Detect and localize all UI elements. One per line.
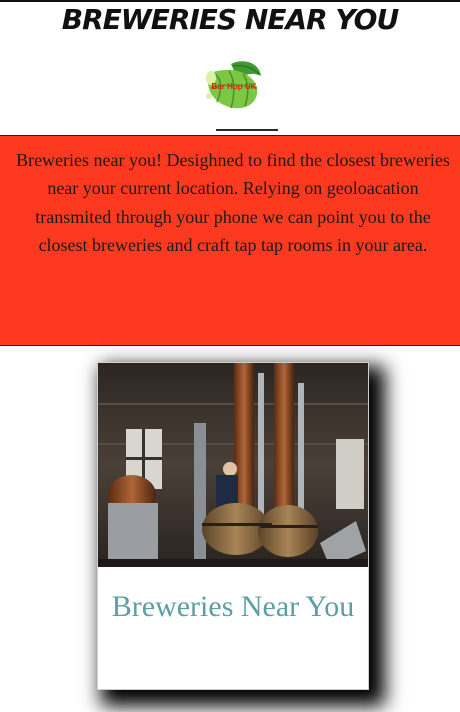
page-title: Breweries Near You <box>61 3 399 36</box>
logo-divider <box>216 129 278 131</box>
intro-description: Breweries near you! Desighned to find th… <box>16 150 450 256</box>
logo-text: Bar Hop UK <box>211 82 257 91</box>
card-title[interactable]: Breweries Near You <box>98 585 368 629</box>
breweries-card[interactable]: Breweries Near You <box>97 362 369 690</box>
intro-banner: Breweries near you! Desighned to find th… <box>0 135 460 346</box>
brewery-distillery-photo <box>98 363 368 567</box>
